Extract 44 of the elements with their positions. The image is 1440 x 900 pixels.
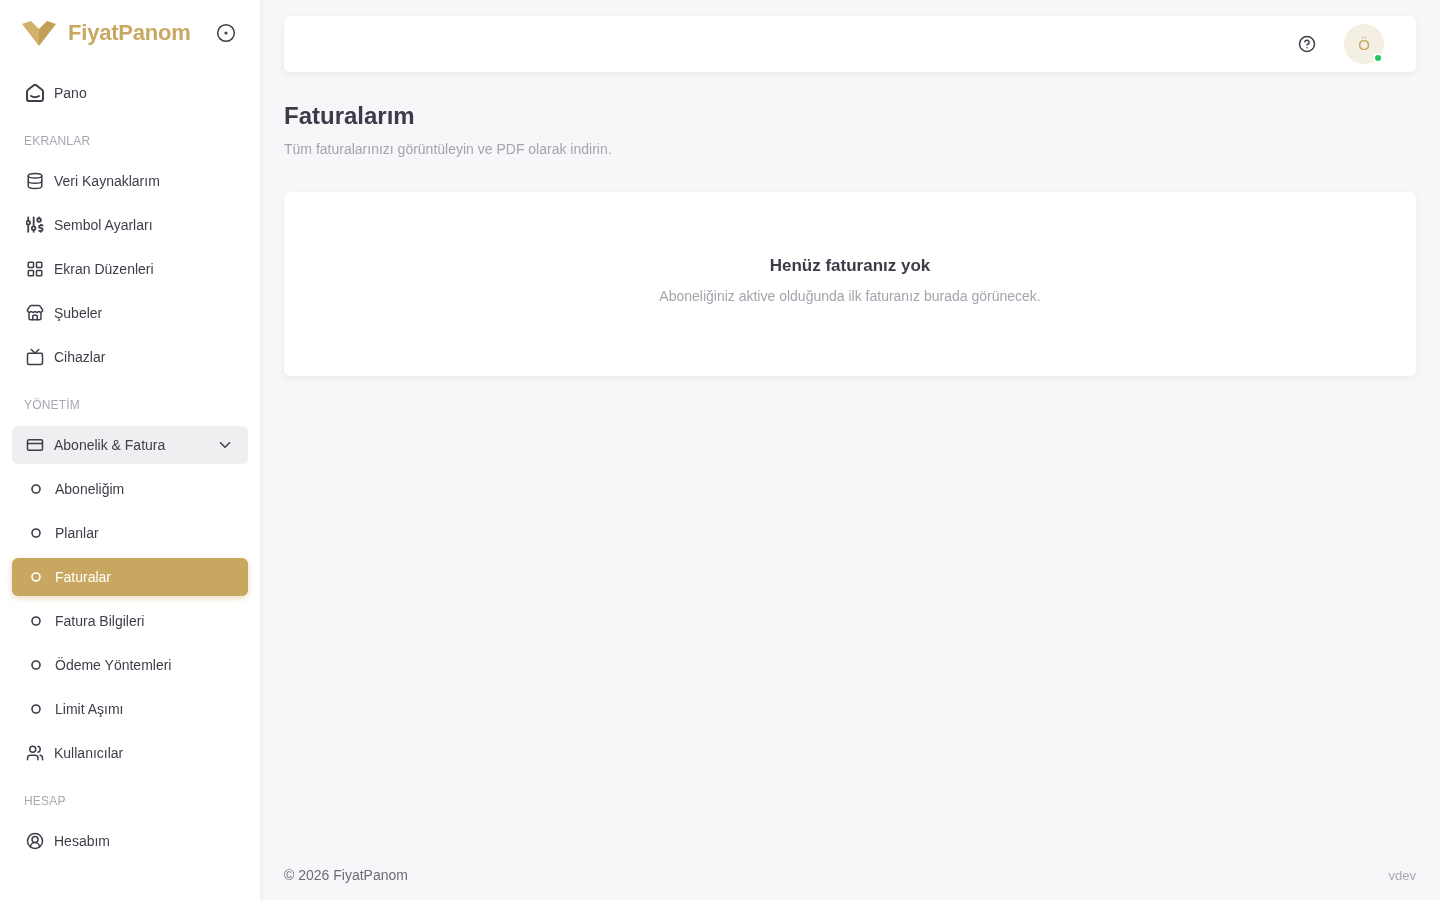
- sliders-dollar-icon: [26, 216, 44, 234]
- section-label: EKRANLAR: [23, 133, 92, 150]
- page-title: Faturalarım: [284, 101, 416, 131]
- logo-icon: [22, 20, 56, 46]
- database-icon: [26, 172, 44, 190]
- help-icon: [1298, 35, 1316, 53]
- page-subtitle: Tüm faturalarınızı görüntüleyin ve PDF olarak indirin.: [284, 140, 613, 159]
- version-text: vdev: [1388, 867, 1416, 883]
- nav-subitem[interactable]: Ödeme Yöntemleri: [12, 646, 248, 684]
- empty-state-title: Henüz faturanız yok: [769, 254, 931, 277]
- credit-card-icon: [26, 436, 44, 454]
- section-label: HESAP: [23, 793, 67, 810]
- circle-icon: [31, 704, 41, 714]
- circle-icon: [31, 660, 41, 670]
- help-button[interactable]: [1298, 35, 1316, 53]
- nav-subitem[interactable]: Limit Aşımı: [12, 690, 248, 728]
- circle-dot-icon: [216, 23, 236, 43]
- nav-item[interactable]: Sembol Ayarları: [12, 206, 248, 244]
- nav-item[interactable]: Hesabım: [12, 822, 248, 860]
- section-label: YÖNETİM: [23, 397, 82, 414]
- circle-icon: [31, 572, 41, 582]
- tv-icon: [26, 348, 44, 366]
- circle-icon: [31, 484, 41, 494]
- nav-item[interactable]: Veri Kaynaklarım: [12, 162, 248, 200]
- circle-icon: [31, 528, 41, 538]
- store-icon: [26, 304, 44, 322]
- nav-item[interactable]: Ekran Düzenleri: [12, 250, 248, 288]
- house-icon: [26, 84, 44, 102]
- nav-subitem[interactable]: Fatura Bilgileri: [12, 602, 248, 640]
- users-icon: [26, 744, 44, 762]
- nav-subitem[interactable]: Aboneliğim: [12, 470, 248, 508]
- sidebar-toggle-button[interactable]: [214, 21, 238, 45]
- nav-group[interactable]: Abonelik & Fatura: [12, 426, 248, 464]
- nav-subitem[interactable]: Planlar: [12, 514, 248, 552]
- empty-state-text: Aboneliğiniz aktive olduğunda ilk faturanız burada görünecek.: [659, 286, 1041, 306]
- copyright-text: © 2026 FiyatPanom: [284, 867, 408, 883]
- user-circle-icon: [26, 832, 44, 850]
- brand-name: FiyatPanom: [68, 20, 191, 46]
- grid-icon: [26, 260, 44, 278]
- circle-icon: [31, 616, 41, 626]
- nav-item[interactable]: Şubeler: [12, 294, 248, 332]
- nav-item[interactable]: Cihazlar: [12, 338, 248, 376]
- nav-item[interactable]: Kullanıcılar: [12, 734, 248, 772]
- nav-item[interactable]: Pano: [12, 74, 248, 112]
